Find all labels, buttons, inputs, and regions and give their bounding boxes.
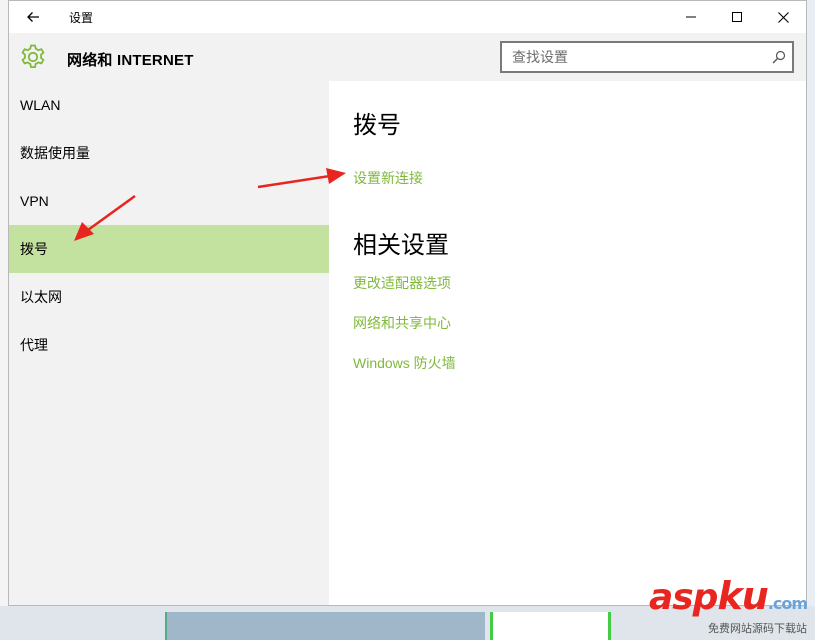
back-arrow-icon xyxy=(27,12,39,22)
desktop-background xyxy=(0,0,8,640)
back-button[interactable] xyxy=(19,5,47,29)
maximize-icon xyxy=(732,12,742,22)
watermark-text: aspku.com xyxy=(648,574,808,618)
close-button[interactable] xyxy=(760,1,806,33)
sidebar-item-data-usage[interactable]: 数据使用量 xyxy=(9,129,329,177)
sidebar: WLAN 数据使用量 VPN 拨号 以太网 代理 xyxy=(9,81,329,605)
search-icon xyxy=(772,50,786,64)
sidebar-item-dialup[interactable]: 拨号 xyxy=(9,225,329,273)
related-settings-heading: 相关设置 xyxy=(353,232,449,259)
watermark-subtitle: 免费网站源码下载站 xyxy=(708,623,807,635)
sidebar-item-label: 代理 xyxy=(20,337,48,353)
title-bar: 设置 xyxy=(9,1,806,33)
window-title: 设置 xyxy=(69,11,94,25)
maximize-button[interactable] xyxy=(714,1,760,33)
sidebar-item-proxy[interactable]: 代理 xyxy=(9,321,329,369)
sidebar-item-label: 数据使用量 xyxy=(20,145,90,161)
sidebar-item-ethernet[interactable]: 以太网 xyxy=(9,273,329,321)
change-adapter-options-link[interactable]: 更改适配器选项 xyxy=(353,273,451,293)
watermark-logo: aspku.com 免费网站源码下载站 xyxy=(648,574,808,636)
setup-new-connection-link[interactable]: 设置新连接 xyxy=(353,168,423,188)
sidebar-item-label: WLAN xyxy=(20,97,61,113)
settings-header: 网络和 INTERNET xyxy=(9,33,806,81)
content-pane: 拨号 设置新连接 相关设置 更改适配器选项 网络和共享中心 Windows 防火… xyxy=(329,81,806,605)
minimize-button[interactable] xyxy=(668,1,714,33)
background-panel xyxy=(490,612,611,640)
sidebar-item-wlan[interactable]: WLAN xyxy=(9,81,329,129)
close-icon xyxy=(777,11,789,23)
minimize-icon xyxy=(686,16,696,18)
search-input[interactable] xyxy=(502,43,767,71)
search-button[interactable] xyxy=(770,49,788,65)
gear-icon xyxy=(21,44,45,68)
background-panel xyxy=(165,612,485,640)
settings-window: 设置 网络和 INTERNET 查找设置 WLAN 数据使用量 VPN 拨号 以… xyxy=(8,0,807,606)
windows-firewall-link[interactable]: Windows 防火墙 xyxy=(353,353,456,373)
sidebar-item-label: VPN xyxy=(20,193,49,209)
section-title: 网络和 INTERNET xyxy=(67,52,194,69)
sidebar-item-vpn[interactable]: VPN xyxy=(9,177,329,225)
network-sharing-center-link[interactable]: 网络和共享中心 xyxy=(353,313,451,333)
sidebar-item-label: 以太网 xyxy=(20,289,62,305)
sidebar-item-label: 拨号 xyxy=(20,241,48,257)
page-title: 拨号 xyxy=(353,112,401,139)
search-box[interactable] xyxy=(500,41,794,73)
